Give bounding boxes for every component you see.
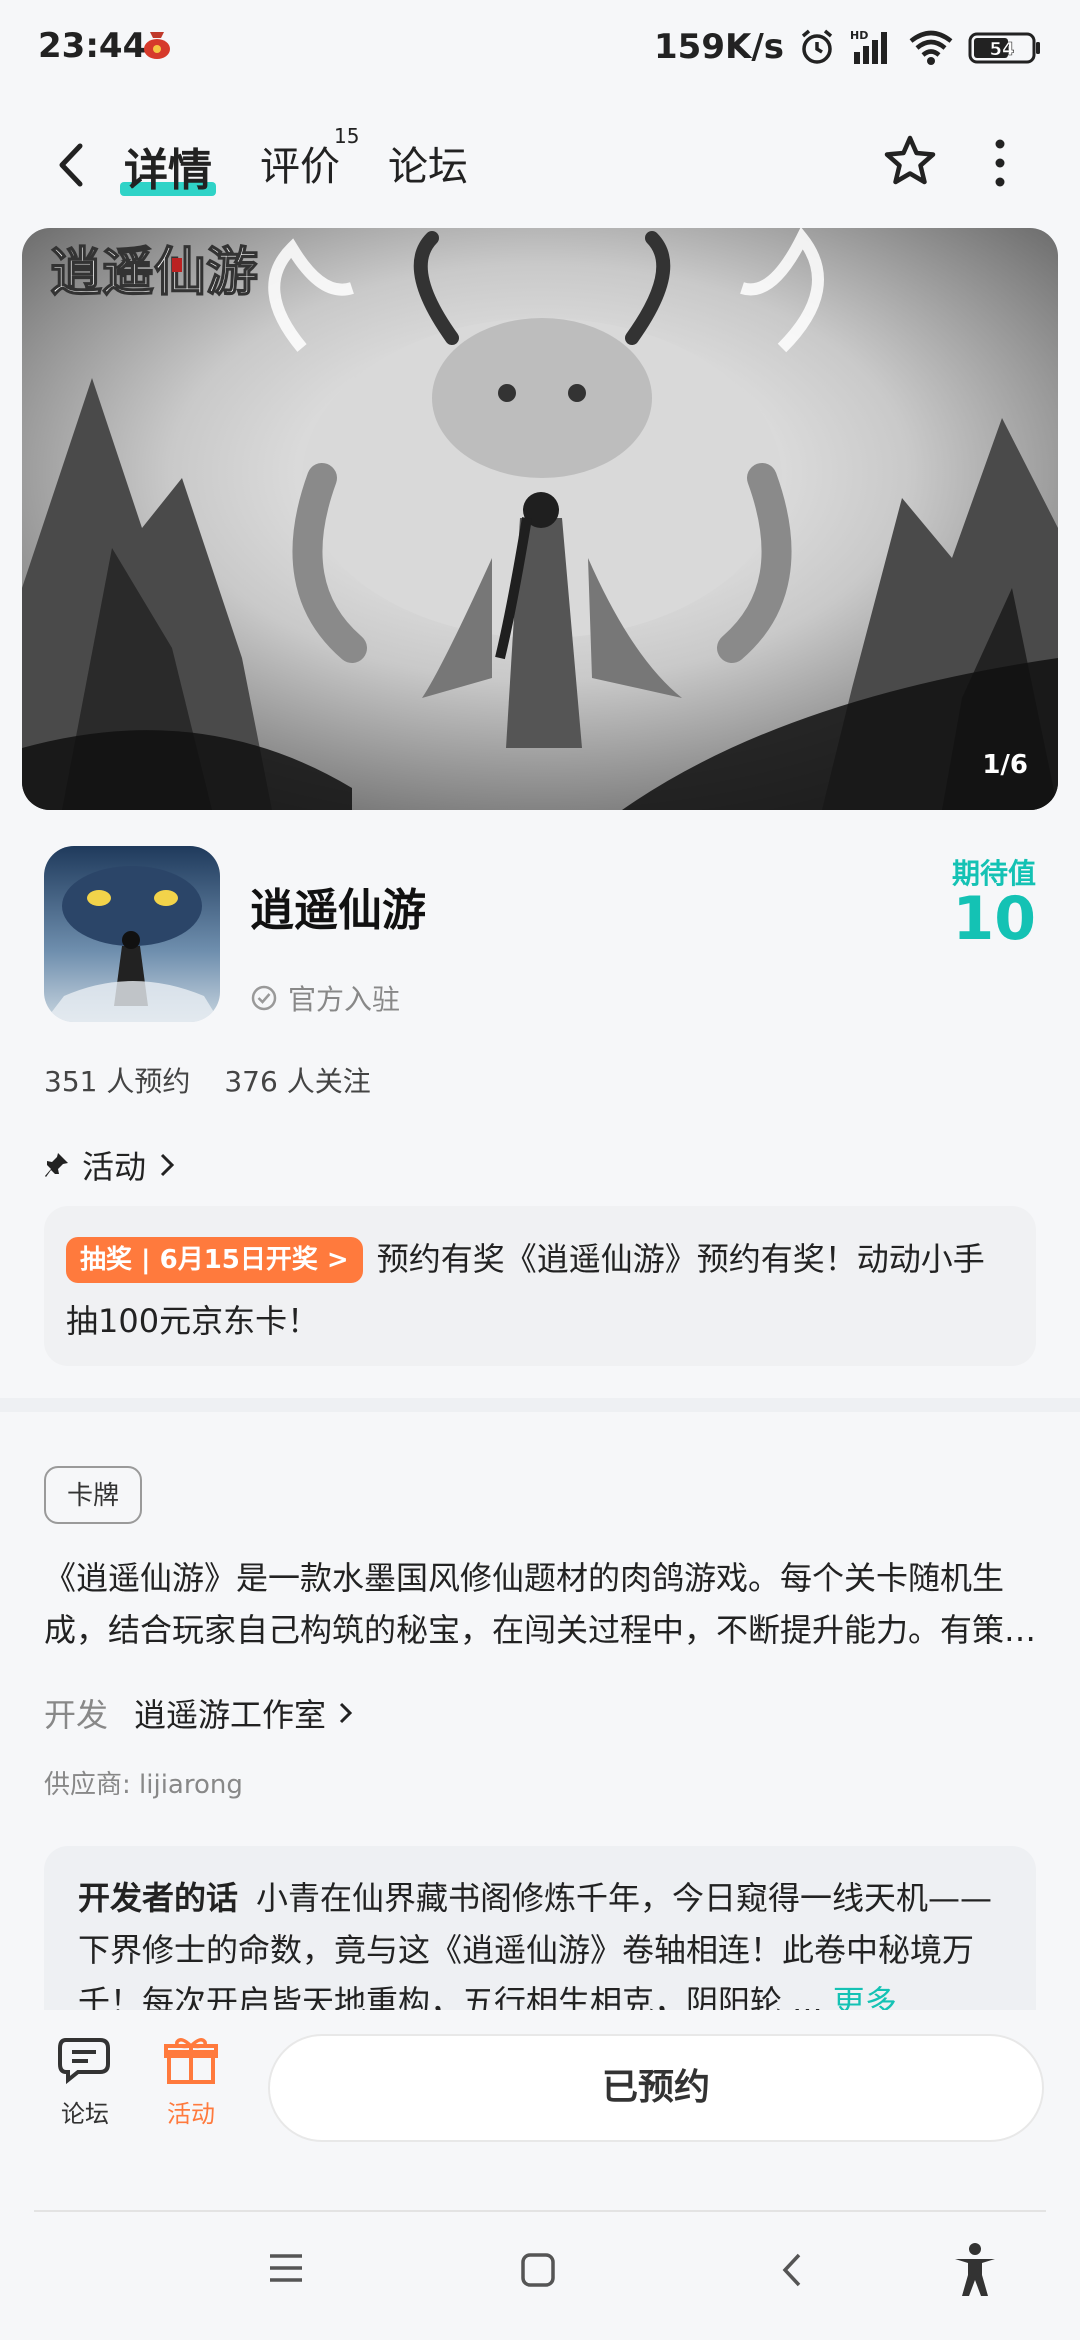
banner-carousel[interactable]: 逍遥仙游 1/6 (22, 228, 1058, 810)
reviews-count-badge: 15 (334, 124, 360, 148)
pin-icon (45, 1153, 68, 1177)
signal-hd-icon: HD (850, 29, 887, 64)
forum-button[interactable]: 论坛 (50, 2034, 120, 2129)
activity-title: 活动 (82, 1148, 147, 1186)
developer-row[interactable]: 开发 逍遥游工作室 (44, 1690, 354, 1736)
activity-button[interactable]: 活动 (156, 2034, 226, 2129)
activity-label: 活动 (167, 2100, 215, 2128)
chevron-right-icon (339, 1702, 353, 1724)
home-square-icon[interactable] (520, 2252, 556, 2288)
chevron-right-icon (160, 1153, 175, 1177)
gift-icon (164, 2038, 218, 2084)
game-stats: 351 人预约 376 人关注 (44, 1060, 371, 1100)
accessibility-icon[interactable] (952, 2242, 998, 2298)
wifi-icon (909, 30, 953, 65)
status-bar: 23:44 159K/s HD 54 (0, 0, 1080, 96)
alarm-icon (801, 29, 833, 64)
banner-artwork: 逍遥仙游 (22, 228, 1058, 810)
lottery-date-pill[interactable]: 抽奖 | 6月15日开奖 > (66, 1237, 363, 1283)
tab-reviews[interactable]: 评价 (260, 134, 340, 192)
supplier-info: 供应商: lijiarong (44, 1770, 243, 1800)
developer-name: 逍遥游工作室 (134, 1696, 327, 1734)
top-nav: 详情 评价 15 论坛 (0, 110, 1080, 220)
status-time: 23:44 (38, 26, 147, 66)
star-follow-icon[interactable] (880, 132, 940, 192)
menu-icon[interactable] (268, 2252, 304, 2284)
more-options-icon[interactable] (990, 136, 1010, 190)
forum-label: 论坛 (61, 2100, 109, 2128)
reserved-button[interactable]: 已预约 (268, 2034, 1044, 2142)
back-arrow-icon[interactable] (52, 140, 92, 190)
check-circle-icon (251, 985, 277, 1011)
game-app-icon (44, 846, 220, 1022)
tab-forum[interactable]: 论坛 (388, 134, 468, 192)
system-nav-bar (0, 2212, 1080, 2340)
forum-chat-icon (58, 2038, 110, 2085)
developer-note-title: 开发者的话 (78, 1879, 239, 1917)
banner-page-counter: 1/6 (982, 750, 1028, 780)
battery-icon: 54 (968, 32, 1040, 64)
section-divider (0, 1398, 1080, 1412)
developer-note-card[interactable]: 开发者的话 小青在仙界藏书阁修炼千年，今日窥得一线天机——下界修士的命数，竟与这《… (44, 1846, 1036, 2016)
tab-details[interactable]: 详情 (124, 134, 212, 198)
banner-logo-text: 逍遥仙游 (50, 242, 258, 303)
activity-heading[interactable]: 活动 (44, 1142, 176, 1188)
battery-level: 54 (989, 39, 1014, 60)
genre-tag[interactable]: 卡牌 (44, 1466, 142, 1524)
network-speed: 159K/s (654, 27, 784, 67)
follower-count: 376 人关注 (224, 1065, 371, 1098)
expectation-value: 10 (952, 884, 1037, 954)
back-nav-icon[interactable] (780, 2252, 804, 2288)
activity-content: 抽奖 | 6月15日开奖 > 预约有奖《逍遥仙游》预约有奖！动动小手抽100元京东… (66, 1228, 1016, 1352)
game-title: 逍遥仙游 (250, 885, 426, 936)
developer-label: 开发 (44, 1696, 109, 1734)
official-label: 官方入驻 (288, 983, 401, 1016)
reservation-count: 351 人预约 (44, 1065, 191, 1098)
red-bag-icon (144, 32, 170, 59)
developer-note: 开发者的话 小青在仙界藏书阁修炼千年，今日窥得一线天机——下界修士的命数，竟与这《… (78, 1872, 1008, 2016)
svg-text:HD: HD (850, 29, 868, 42)
game-description[interactable]: 《逍遥仙游》是一款水墨国风修仙题材的肉鸽游戏。每个关卡随机生成，结合玩家自己构筑… (44, 1552, 1038, 1656)
official-badge: 官方入驻 (250, 978, 400, 1018)
activity-card[interactable]: 抽奖 | 6月15日开奖 > 预约有奖《逍遥仙游》预约有奖！动动小手抽100元京东… (44, 1206, 1036, 1366)
